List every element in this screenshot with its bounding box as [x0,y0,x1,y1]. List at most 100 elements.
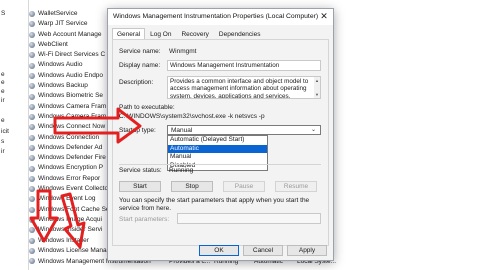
service-row[interactable]: Windows License Mana [29,246,119,256]
service-gear-icon [29,155,35,162]
service-gear-icon [29,21,35,28]
service-gear-icon [29,165,35,172]
service-name: Windows Image Acqui [38,215,102,223]
pause-button[interactable]: Pause [223,181,265,192]
service-name: Windows Insider Servi [38,226,103,234]
tab-strip: General Log On Recovery Dependencies [112,28,265,41]
startup-option[interactable]: Manual [168,153,267,162]
cancel-button[interactable]: Cancel [243,245,283,256]
service-row[interactable]: Windows Defender Ad [29,143,119,153]
service-gear-icon [29,103,35,110]
service-row[interactable]: Windows Audio Endpo [29,71,119,81]
left-text-fragment: icit [1,128,9,135]
startup-option[interactable]: Automatic (Delayed Start) [168,136,267,145]
service-gear-icon [29,145,35,151]
service-row[interactable]: Windows Audio [29,60,119,70]
close-icon[interactable]: ✕ [317,10,331,23]
scroll-down-icon[interactable]: ▼ [315,91,319,98]
dialog-titlebar[interactable]: Windows Management Instrumentation Prope… [108,9,333,25]
service-row[interactable]: Windows Encryption P [29,163,119,173]
service-name: Windows Defender Fire [38,154,106,162]
left-text-fragment: e [1,117,5,124]
start-button[interactable]: Start [119,181,161,192]
service-name: Windows Connect Now [38,123,106,131]
left-text-fragment: s [1,138,5,145]
description-box[interactable]: Provides a common interface and object m… [167,76,321,99]
service-row[interactable]: Windows Event Collector [29,184,119,194]
service-gear-icon [29,196,35,203]
service-gear-icon [29,124,35,131]
scroll-up-icon[interactable]: ▲ [315,77,319,84]
service-name: WalletService [38,10,78,17]
service-row[interactable]: WalletService [29,9,119,19]
service-row[interactable]: Wi-Fi Direct Services C [29,50,119,60]
service-row[interactable]: Web Account Manage [29,30,119,40]
service-row[interactable]: Windows Connect Now [29,122,119,132]
services-list: WalletService Warp JIT Service Web Accou… [29,9,119,256]
resume-button[interactable]: Resume [275,181,317,192]
properties-dialog: Windows Management Instrumentation Prope… [107,8,334,261]
service-row[interactable]: Windows Image Acqui [29,215,119,225]
service-row[interactable]: Warp JIT Service [29,19,119,29]
service-status-label: Service status: [119,167,162,174]
service-name: Windows License Mana [38,246,107,254]
start-params-hint: You can specify the start parameters tha… [119,197,310,212]
description-scrollbar[interactable]: ▲ ▼ [314,77,320,98]
display-name-field[interactable]: Windows Management Instrumentation [167,60,321,71]
service-row[interactable]: Windows Insider Servi [29,225,119,235]
service-row[interactable]: Windows Installer [29,236,119,246]
service-name: Windows Camera Fram [38,102,107,110]
start-params-input[interactable] [177,213,321,224]
service-gear-icon [29,247,35,254]
left-text-fragment: e [1,88,5,95]
service-name: Windows Audio Endpo [38,71,104,79]
description-value: Provides a common interface and object m… [170,78,309,99]
service-gear-icon [29,42,35,49]
display-name-value: Windows Management Instrumentation [170,62,280,69]
service-gear-icon [29,175,35,182]
service-name-label: Service name: [119,48,161,55]
left-text-fragment: S [1,10,6,17]
service-row[interactable]: Windows Biometric Se [29,91,119,101]
service-name: Windows Audio [38,61,83,69]
left-text-fragment: ir [1,148,5,155]
start-params-label: Start parameters: [119,216,170,223]
service-name: Windows Backup [38,82,88,90]
service-row[interactable]: Windows Camera Fram [29,102,119,112]
service-row[interactable]: Windows Defender Fire [29,153,119,163]
service-gear-icon [29,11,35,18]
service-name: Wi-Fi Direct Services C [38,51,106,59]
ok-button[interactable]: OK [199,245,239,256]
service-gear-icon [29,206,35,213]
service-row[interactable]: WebClient [29,40,119,50]
service-gear-icon [29,258,35,264]
service-name: Windows Biometric Se [38,92,104,100]
stop-button[interactable]: Stop [171,181,213,192]
startup-type-value: Manual [171,127,193,134]
startup-type-label: Startup type: [119,127,156,134]
service-name: Windows Encryption P [38,164,104,172]
service-gear-icon [29,134,35,141]
service-gear-icon [29,52,35,59]
service-gear-icon [29,217,35,224]
service-row[interactable]: Windows Error Repor [29,174,119,184]
left-text-fragment: e [1,79,5,86]
service-gear-icon [29,62,35,69]
left-text-fragment: e [1,71,5,78]
service-gear-icon [29,114,35,121]
startup-option-selected[interactable]: Automatic [168,144,267,153]
service-row[interactable]: Windows Connection [29,133,119,143]
service-row[interactable]: Windows Font Cache Se [29,205,119,215]
service-name: Windows Error Repor [38,174,101,182]
dialog-title: Windows Management Instrumentation Prope… [113,13,319,20]
service-row[interactable]: Windows Camera Fram [29,112,119,122]
service-name: Windows Defender Ad [38,143,103,151]
service-name: Warp JIT Service [38,20,88,28]
service-row[interactable]: Windows Event Log [29,194,119,204]
service-gear-icon [29,83,35,90]
startup-type-select[interactable]: Manual ⌄ [167,125,321,135]
apply-button[interactable]: Apply [287,245,327,256]
path-label: Path to executable: [119,104,175,111]
service-status-value: Running [169,167,194,174]
service-row[interactable]: Windows Backup [29,81,119,91]
